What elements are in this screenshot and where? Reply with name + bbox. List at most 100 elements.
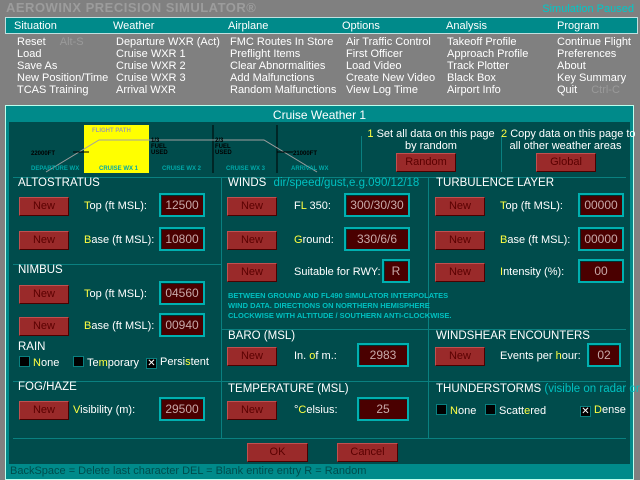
fuel-1-3-line3: USED (151, 150, 168, 156)
checkbox[interactable] (485, 404, 496, 415)
menu-item[interactable]: First Officer (346, 48, 403, 60)
menu-item[interactable]: Cruise WXR 1 (116, 48, 186, 60)
menu-item-label: Approach Profile (447, 48, 529, 60)
thunderstorms-hint: (visible on radar only) (544, 383, 640, 395)
baro-new-button[interactable]: New (227, 347, 277, 366)
menu-item[interactable]: Key Summary (557, 72, 626, 84)
menu-item[interactable]: Random Malfunctions (230, 84, 336, 96)
menu-item[interactable]: New Position/Time (17, 72, 108, 84)
flight-path-diagram: FLIGHT PATH 22000FT 21000FT 1/3 FUEL USE… (31, 125, 328, 173)
menu-item[interactable]: Load Video (346, 60, 401, 72)
menu-item[interactable]: Track Plotter (447, 60, 509, 72)
turbulence-top-new-button[interactable]: New (435, 197, 485, 216)
menu-item[interactable]: Black Box (447, 72, 496, 84)
menu-item[interactable]: Departure WXR (Act) (116, 36, 220, 48)
menu-item[interactable]: Air Traffic Control (346, 36, 431, 48)
temperature-title: TEMPERATURE (MSL) (228, 383, 349, 395)
menu-item[interactable]: Preflight Items (230, 48, 300, 60)
nimbus-base-input[interactable]: 00940 (159, 313, 205, 337)
windshear-new-button[interactable]: New (435, 347, 485, 366)
rwy-input[interactable]: R (382, 259, 410, 283)
winds-fl350-input[interactable]: 300/30/30 (344, 193, 410, 217)
menu-bar: Situation Weather Airplane Options Analy… (5, 17, 638, 34)
winds-header: WINDS dir/speed/gust,e.g.090/12/18 (228, 177, 419, 189)
windshear-input[interactable]: 02 (587, 343, 621, 367)
turbulence-intensity-label: Intensity (%): (500, 266, 565, 278)
menu-item[interactable]: Takeoff Profile (447, 36, 517, 48)
turbulence-intensity-new-button[interactable]: New (435, 263, 485, 282)
altostratus-title: ALTOSTRATUS (18, 177, 100, 189)
menu-item[interactable]: Cruise WXR 3 (116, 72, 186, 84)
menu-options[interactable]: Options (342, 20, 380, 32)
ok-button[interactable]: OK (247, 443, 308, 462)
menu-item[interactable]: Preferences (557, 48, 616, 60)
menu-item[interactable]: Cruise WXR 2 (116, 60, 186, 72)
menu-item[interactable]: TCAS Training (17, 84, 89, 96)
altostratus-base-input[interactable]: 10800 (159, 227, 205, 251)
random-button[interactable]: Random (396, 153, 456, 172)
menu-item[interactable]: Save As (17, 60, 57, 72)
dialog-body: FLIGHT PATH 22000FT 21000FT 1/3 FUEL USE… (9, 122, 640, 464)
checkbox[interactable] (73, 356, 84, 367)
menu-item[interactable]: Continue Flight (557, 36, 631, 48)
menu-situation[interactable]: Situation (14, 20, 57, 32)
turbulence-base-label: Base (ft MSL): (500, 234, 571, 246)
menu-item[interactable]: Reset Alt-S (17, 36, 84, 48)
rain-option[interactable]: None (19, 356, 59, 369)
winds-ground-new-button[interactable]: New (227, 231, 277, 250)
menu-item-label: About (557, 60, 586, 72)
baro-input[interactable]: 2983 (357, 343, 409, 367)
checkbox[interactable] (436, 404, 447, 415)
rain-option[interactable]: ✕ Persistent (146, 356, 209, 369)
menu-item[interactable]: FMC Routes In Store (230, 36, 333, 48)
altostratus-top-new-button[interactable]: New (19, 197, 69, 216)
temperature-new-button[interactable]: New (227, 401, 277, 420)
menu-item-label: Load (17, 48, 42, 60)
menu-item[interactable]: Approach Profile (447, 48, 528, 60)
global-button[interactable]: Global (536, 153, 596, 172)
turbulence-base-input[interactable]: 00000 (578, 227, 624, 251)
menu-item[interactable]: About (557, 60, 586, 72)
nimbus-top-label: Top (ft MSL): (84, 288, 147, 300)
menu-item[interactable]: Add Malfunctions (230, 72, 314, 84)
random-description: 1 Set all data on this page by random (367, 128, 495, 152)
turbulence-title: TURBULENCE LAYER (436, 177, 555, 189)
fog-visibility-input[interactable]: 29500 (159, 397, 205, 421)
altostratus-base-new-button[interactable]: New (19, 231, 69, 250)
turbulence-top-input[interactable]: 00000 (578, 193, 624, 217)
menu-item[interactable]: Airport Info (447, 84, 501, 96)
thunderstorms-option[interactable]: ✕ Dense (580, 404, 626, 417)
nimbus-top-input[interactable]: 04560 (159, 281, 205, 305)
menu-item-label: Preferences (557, 48, 617, 60)
menu-item[interactable]: Quit Ctrl-C (557, 84, 620, 96)
menu-analysis[interactable]: Analysis (446, 20, 487, 32)
rwy-new-button[interactable]: New (227, 263, 277, 282)
shortcut-hint: Alt-S (59, 36, 84, 48)
menu-item[interactable]: Create New Video (346, 72, 435, 84)
thunderstorms-option[interactable]: Scattered (485, 404, 546, 417)
winds-ground-input[interactable]: 330/6/6 (344, 227, 410, 251)
nimbus-base-new-button[interactable]: New (19, 317, 69, 336)
turbulence-base-new-button[interactable]: New (435, 231, 485, 250)
checkbox-checked[interactable]: ✕ (580, 406, 591, 417)
fog-visibility-new-button[interactable]: New (19, 401, 69, 420)
altostratus-top-input[interactable]: 12500 (159, 193, 205, 217)
nimbus-top-new-button[interactable]: New (19, 285, 69, 304)
thunderstorms-option[interactable]: None (436, 404, 476, 417)
temperature-input[interactable]: 25 (357, 397, 409, 421)
alt-left-label: 22000FT (31, 151, 55, 157)
winds-fl350-new-button[interactable]: New (227, 197, 277, 216)
rain-option[interactable]: Temporary (73, 356, 139, 369)
checkbox[interactable] (19, 356, 30, 367)
menu-item[interactable]: Clear Abnormalities (230, 60, 325, 72)
menu-airplane[interactable]: Airplane (228, 20, 268, 32)
menu-item-label: Save As (17, 60, 58, 72)
checkbox-checked[interactable]: ✕ (146, 358, 157, 369)
menu-weather[interactable]: Weather (113, 20, 154, 32)
menu-item[interactable]: Load (17, 48, 41, 60)
cancel-button[interactable]: Cancel (337, 443, 398, 462)
turbulence-intensity-input[interactable]: 00 (578, 259, 624, 283)
menu-item[interactable]: Arrival WXR (116, 84, 176, 96)
menu-program[interactable]: Program (557, 20, 599, 32)
menu-item[interactable]: View Log Time (346, 84, 418, 96)
